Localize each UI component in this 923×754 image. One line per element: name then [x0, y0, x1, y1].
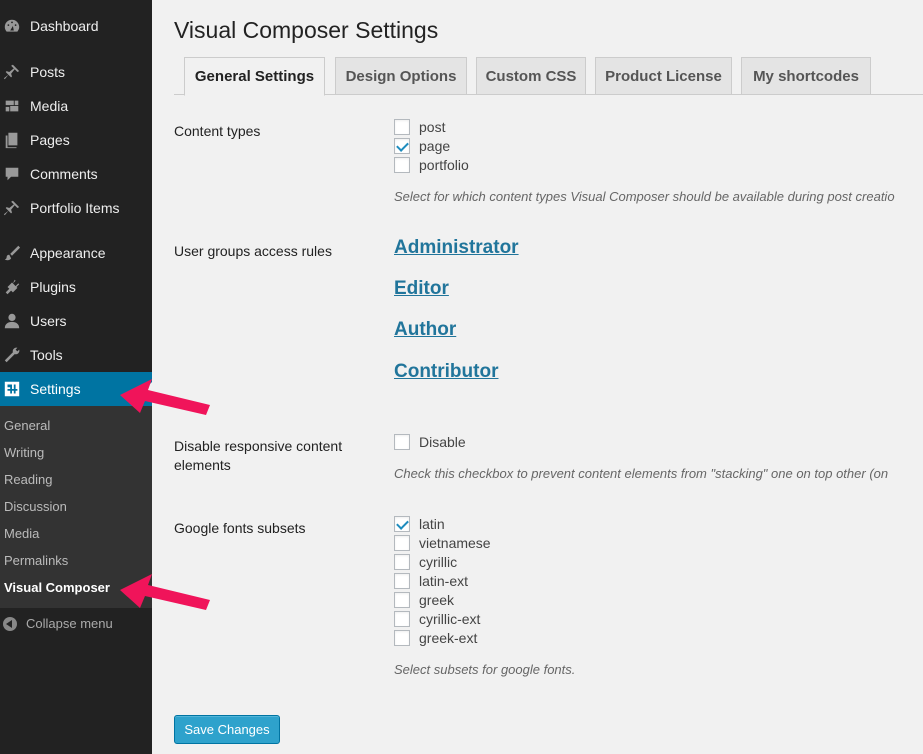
responsive-label: Disable responsive content elements	[174, 438, 343, 473]
sidebar-item-portfolio[interactable]: Portfolio Items	[0, 191, 152, 225]
dashboard-icon	[2, 16, 22, 36]
submenu-item-reading[interactable]: Reading	[4, 472, 52, 487]
user-groups-label: User groups access rules	[174, 243, 332, 259]
checkbox-label: portfolio	[419, 157, 469, 173]
checkbox-greek-ext[interactable]	[394, 630, 410, 646]
google-fonts-description: Select subsets for google fonts.	[394, 662, 576, 677]
checkbox-portfolio[interactable]	[394, 157, 410, 173]
sidebar-item-label: Comments	[30, 166, 98, 182]
checkbox-cyrillic[interactable]	[394, 554, 410, 570]
checkbox-cyrillic-ext[interactable]	[394, 611, 410, 627]
checkbox-latin-ext[interactable]	[394, 573, 410, 589]
sidebar-item-label: Posts	[30, 64, 66, 80]
sidebar-item-dashboard[interactable]: Dashboard	[0, 9, 152, 43]
sidebar-item-label: Portfolio Items	[30, 200, 120, 216]
checkbox-label: Disable	[419, 434, 466, 450]
sidebar-item-label: Tools	[30, 347, 63, 363]
save-changes-button[interactable]: Save Changes	[174, 715, 280, 744]
content-types-description: Select for which content types Visual Co…	[394, 189, 895, 204]
checkbox-label: greek	[419, 592, 455, 608]
tab-product-license[interactable]: Product License	[595, 57, 732, 95]
collapse-menu-label: Collapse menu	[26, 616, 113, 631]
checkbox-label: vietnamese	[419, 535, 491, 551]
pin-icon	[2, 62, 22, 82]
tab-custom-css[interactable]: Custom CSS	[476, 57, 586, 95]
role-link-author[interactable]: Author	[394, 319, 456, 341]
checkbox-label: latin	[419, 516, 445, 532]
checkbox-page[interactable]	[394, 138, 410, 154]
submenu-item-visual-composer[interactable]: Visual Composer	[4, 580, 110, 595]
checkbox-greek[interactable]	[394, 592, 410, 608]
page-title: Visual Composer Settings	[174, 17, 439, 43]
collapse-icon	[3, 616, 17, 631]
checkbox-label: cyrillic	[419, 554, 458, 570]
tab-my-shortcodes[interactable]: My shortcodes	[741, 57, 871, 95]
checkbox-label: page	[419, 138, 451, 154]
sidebar-item-label: Dashboard	[30, 18, 99, 34]
brush-icon	[2, 243, 22, 263]
wrench-icon	[2, 345, 22, 365]
tab-design-options[interactable]: Design Options	[335, 57, 467, 95]
sidebar-item-posts[interactable]: Posts	[0, 55, 152, 89]
checkbox-label: greek-ext	[419, 630, 478, 646]
plug-icon	[2, 277, 22, 297]
submenu-item-discussion[interactable]: Discussion	[4, 499, 67, 514]
tab-general-settings[interactable]: General Settings	[184, 57, 325, 96]
annotation-arrow-visual-composer	[120, 574, 210, 610]
submenu-item-general[interactable]: General	[4, 418, 50, 433]
sidebar-item-plugins[interactable]: Plugins	[0, 270, 152, 304]
sidebar-item-media[interactable]: Media	[0, 89, 152, 123]
pages-icon	[2, 130, 22, 150]
sidebar-item-label: Users	[30, 313, 67, 329]
sidebar-item-comments[interactable]: Comments	[0, 157, 152, 191]
media-icon	[2, 96, 22, 116]
sidebar-item-label: Media	[30, 98, 69, 114]
sidebar-item-label: Plugins	[30, 279, 76, 295]
sidebar-item-users[interactable]: Users	[0, 304, 152, 338]
submenu-item-media[interactable]: Media	[4, 526, 39, 541]
sidebar-item-appearance[interactable]: Appearance	[0, 236, 152, 270]
checkbox-label: post	[419, 119, 446, 135]
sidebar-item-pages[interactable]: Pages	[0, 123, 152, 157]
sidebar-item-label: Appearance	[30, 245, 106, 261]
collapse-menu-button[interactable]: Collapse menu	[0, 616, 113, 631]
role-link-editor[interactable]: Editor	[394, 278, 449, 300]
checkbox-disable-responsive[interactable]	[394, 434, 410, 450]
sidebar-item-label: Pages	[30, 132, 70, 148]
checkbox-post[interactable]	[394, 119, 410, 135]
pin-icon	[2, 198, 22, 218]
sidebar-item-label: Settings	[30, 381, 81, 397]
submenu-item-writing[interactable]: Writing	[4, 445, 44, 460]
content-types-label: Content types	[174, 123, 261, 139]
role-link-contributor[interactable]: Contributor	[394, 361, 498, 383]
settings-icon	[2, 379, 22, 399]
checkbox-label: cyrillic-ext	[419, 611, 481, 627]
checkbox-vietnamese[interactable]	[394, 535, 410, 551]
checkbox-latin[interactable]	[394, 516, 410, 532]
submenu-item-permalinks[interactable]: Permalinks	[4, 553, 68, 568]
user-icon	[2, 311, 22, 331]
checkbox-label: latin-ext	[419, 573, 469, 589]
google-fonts-label: Google fonts subsets	[174, 520, 306, 536]
role-link-administrator[interactable]: Administrator	[394, 237, 519, 259]
annotation-arrow-settings	[120, 379, 210, 415]
sidebar-item-tools[interactable]: Tools	[0, 338, 152, 372]
responsive-description: Check this checkbox to prevent content e…	[394, 466, 889, 481]
comment-icon	[2, 164, 22, 184]
